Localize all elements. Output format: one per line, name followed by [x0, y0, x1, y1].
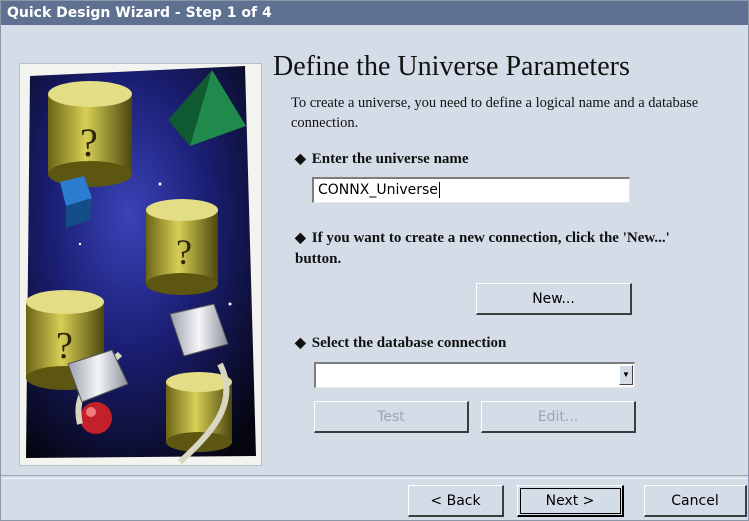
- svg-text:?: ?: [176, 232, 192, 272]
- diamond-bullet-icon: ◆: [295, 231, 306, 246]
- diamond-bullet-icon: ◆: [295, 336, 306, 351]
- diamond-bullet-icon: ◆: [295, 152, 306, 167]
- cancel-button[interactable]: Cancel: [644, 485, 747, 517]
- new-connection-step: ◆ If you want to create a new connection,…: [295, 228, 695, 269]
- new-connection-instruction: If you want to create a new connection, …: [295, 230, 670, 267]
- select-connection-step: ◆ Select the database connection: [295, 335, 506, 352]
- select-connection-label: Select the database connection: [311, 335, 507, 351]
- svg-text:?: ?: [80, 120, 98, 165]
- window-title: Quick Design Wizard - Step 1 of 4: [7, 5, 272, 21]
- universe-name-step: ◆ Enter the universe name: [295, 151, 469, 168]
- next-button[interactable]: Next >: [517, 485, 624, 517]
- universe-illustration-graphic: ? ? ?: [26, 66, 256, 465]
- edit-connection-button[interactable]: Edit...: [481, 401, 636, 433]
- universe-name-value: CONNX_Universe: [318, 182, 438, 198]
- database-connection-select[interactable]: ▼: [314, 362, 635, 388]
- universe-name-input[interactable]: CONNX_Universe: [312, 177, 630, 203]
- svg-text:?: ?: [56, 325, 73, 367]
- footer-divider: [1, 475, 748, 479]
- intro-text: To create a universe, you need to define…: [291, 95, 699, 131]
- universe-name-label: Enter the universe name: [311, 151, 469, 167]
- text-caret: [438, 182, 440, 198]
- quick-design-wizard-window: Quick Design Wizard - Step 1 of 4 ? ? ? …: [0, 0, 749, 521]
- page-heading: Define the Universe Parameters: [273, 51, 630, 82]
- back-button[interactable]: < Back: [408, 485, 504, 517]
- new-connection-button[interactable]: New...: [476, 283, 632, 315]
- test-connection-button[interactable]: Test: [314, 401, 469, 433]
- chevron-down-icon[interactable]: ▼: [619, 365, 633, 385]
- window-titlebar[interactable]: Quick Design Wizard - Step 1 of 4: [1, 1, 748, 25]
- wizard-illustration: ? ? ?: [19, 63, 262, 466]
